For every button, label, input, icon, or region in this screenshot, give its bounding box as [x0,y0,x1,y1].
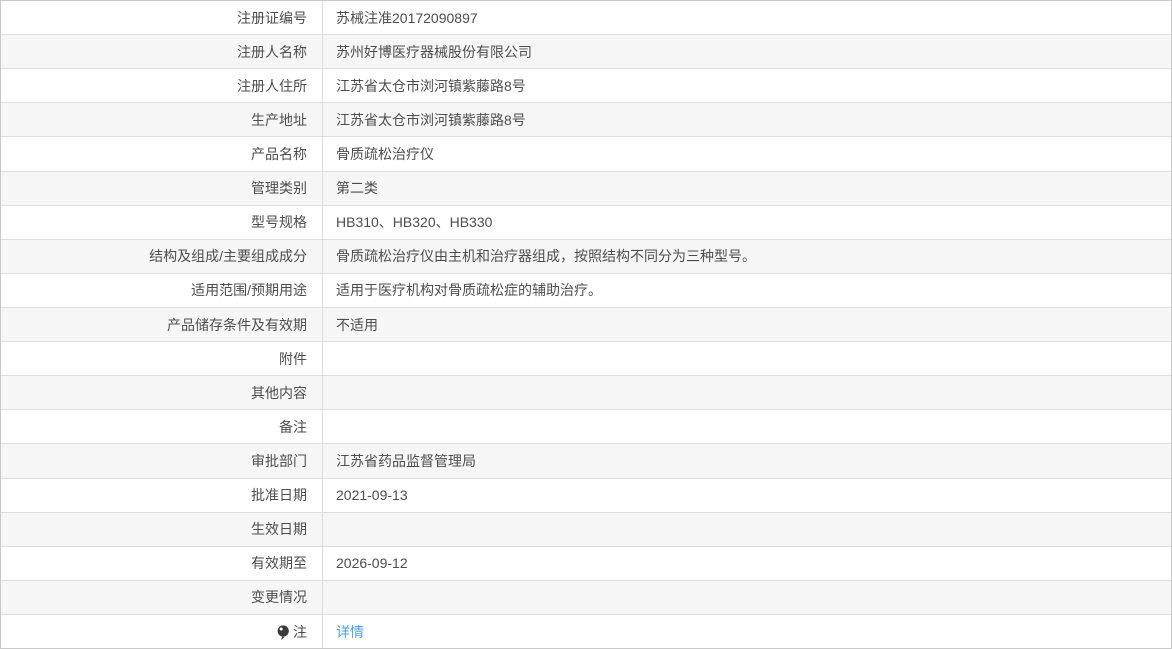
row-label: 附件 [1,342,323,376]
row-value-text: 适用于医疗机构对骨质疏松症的辅助治疗。 [336,282,602,299]
row-value: 第二类 [323,172,1171,205]
row-value: 2026-09-12 [323,547,1171,580]
row-value-text: 2026-09-12 [336,555,408,572]
details-link[interactable]: 详情 [336,622,364,642]
row-value-text: 江苏省太仓市浏河镇紫藤路8号 [336,111,526,128]
row-label-text: 附件 [279,350,307,367]
table-row: 注册人名称 苏州好博医疗器械股份有限公司 [1,35,1171,70]
table-row: 批准日期 2021-09-13 [1,478,1171,513]
row-label-text: 结构及组成/主要组成成分 [149,248,307,265]
row-label-text: 管理类别 [251,180,307,197]
row-value-text: 苏械注准20172090897 [336,9,478,26]
row-label-text: 产品储存条件及有效期 [167,316,307,333]
row-label-text: 备注 [279,418,307,435]
row-label: 适用范围/预期用途 [1,273,323,307]
row-label-text: 有效期至 [251,555,307,572]
row-value [323,513,1171,546]
row-value: 骨质疏松治疗仪 [323,137,1171,170]
row-label: 注册人住所 [1,69,323,103]
row-label-text: 生产地址 [251,111,307,128]
row-label: 变更情况 [1,580,323,614]
table-row: 注册证编号 苏械注准20172090897 [1,1,1171,36]
row-label: 产品名称 [1,137,323,171]
row-label: 注册人名称 [1,35,323,69]
table-row: 管理类别 第二类 [1,171,1171,206]
row-value: 江苏省太仓市浏河镇紫藤路8号 [323,69,1171,102]
table-row: 型号规格 HB310、HB320、HB330 [1,205,1171,240]
table-row: 产品储存条件及有效期 不适用 [1,307,1171,343]
row-value: 不适用 [323,308,1171,341]
row-label-text: 注 [293,623,307,640]
row-value: 江苏省太仓市浏河镇紫藤路8号 [323,103,1171,136]
row-label: 产品储存条件及有效期 [1,307,323,342]
row-value-text: 江苏省太仓市浏河镇紫藤路8号 [336,77,526,94]
row-label: 批准日期 [1,478,323,512]
row-label-text: 其他内容 [251,384,307,401]
row-value: 适用于医疗机构对骨质疏松症的辅助治疗。 [323,274,1171,307]
table-row: 其他内容 [1,376,1171,411]
table-row: 注册人住所 江苏省太仓市浏河镇紫藤路8号 [1,69,1171,104]
row-label-text: 注册人名称 [237,43,307,60]
row-value: HB310、HB320、HB330 [323,206,1171,239]
table-row: 审批部门 江苏省药品监督管理局 [1,444,1171,479]
table-row: 产品名称 骨质疏松治疗仪 [1,137,1171,172]
table-row: 适用范围/预期用途 适用于医疗机构对骨质疏松症的辅助治疗。 [1,273,1171,308]
table-row: 附件 [1,342,1171,377]
row-value [323,342,1171,375]
row-label-text: 型号规格 [251,214,307,231]
table-row: 生产地址 江苏省太仓市浏河镇紫藤路8号 [1,103,1171,138]
row-label: 备注 [1,410,323,444]
row-value [323,410,1171,443]
row-label-text: 注册证编号 [237,9,307,26]
row-value-text: 骨质疏松治疗仪 [336,145,434,162]
table-row: 备注 [1,410,1171,445]
row-label: 生产地址 [1,103,323,137]
row-label-text: 批准日期 [251,487,307,504]
row-value: 苏械注准20172090897 [323,1,1171,34]
table-row: 注 详情 [1,614,1171,649]
row-value-text: 江苏省药品监督管理局 [336,452,476,469]
row-value: 2021-09-13 [323,479,1171,512]
row-label: 其他内容 [1,376,323,410]
row-value-text: HB310、HB320、HB330 [336,214,493,231]
row-value: 骨质疏松治疗仪由主机和治疗器组成，按照结构不同分为三种型号。 [323,240,1171,273]
table-row: 生效日期 [1,512,1171,547]
row-label-text: 适用范围/预期用途 [191,282,307,299]
row-value-text: 2021-09-13 [336,487,408,504]
row-label-text: 注册人住所 [237,77,307,94]
row-label: 生效日期 [1,512,323,546]
row-label-text: 审批部门 [251,452,307,469]
table-row: 有效期至 2026-09-12 [1,546,1171,581]
row-value: 苏州好博医疗器械股份有限公司 [323,35,1171,68]
row-value-text: 骨质疏松治疗仪由主机和治疗器组成，按照结构不同分为三种型号。 [336,248,756,265]
table-row: 变更情况 [1,580,1171,615]
row-label: 型号规格 [1,205,323,239]
registration-table: 注册证编号 苏械注准20172090897 注册人名称 苏州好博医疗器械股份有限… [0,0,1172,649]
row-label: 注册证编号 [1,1,323,35]
row-value-text: 不适用 [336,316,378,333]
row-value: 详情 [323,615,1171,648]
table-row: 结构及组成/主要组成成分 骨质疏松治疗仪由主机和治疗器组成，按照结构不同分为三种… [1,239,1171,274]
row-value-text: 第二类 [336,180,378,197]
row-label: 管理类别 [1,171,323,205]
row-value [323,581,1171,614]
balloon-icon [277,624,289,640]
row-label: 注 [1,614,323,649]
row-label: 有效期至 [1,546,323,580]
row-value: 江苏省药品监督管理局 [323,444,1171,477]
row-label: 审批部门 [1,444,323,478]
row-value [323,376,1171,409]
row-label-text: 生效日期 [251,521,307,538]
row-label-text: 产品名称 [251,145,307,162]
row-label-text: 变更情况 [251,589,307,606]
row-label: 结构及组成/主要组成成分 [1,239,323,273]
row-value-text: 苏州好博医疗器械股份有限公司 [336,43,532,60]
